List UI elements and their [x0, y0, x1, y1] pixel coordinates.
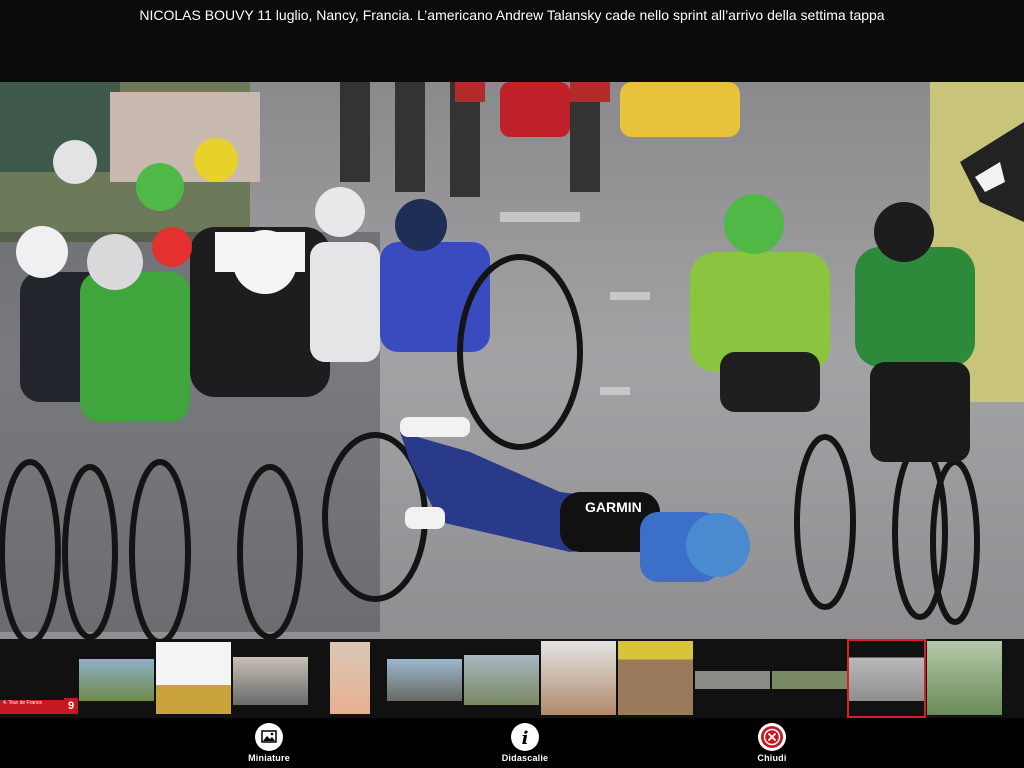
bottom-toolbar: Miniature i Didascalie Chiudi	[0, 718, 1024, 768]
caption-bar: NICOLAS BOUVY 11 luglio, Nancy, Francia.…	[0, 0, 1024, 30]
thumbnail[interactable]	[387, 659, 462, 701]
cycling-crash-photo: GARMIN	[0, 82, 1024, 639]
thumbnail-selected[interactable]	[847, 639, 926, 718]
captions-button[interactable]: i Didascalie	[475, 722, 575, 763]
thumbnails-label: Miniature	[248, 753, 290, 763]
thumbnail[interactable]	[79, 659, 154, 701]
captions-label: Didascalie	[501, 753, 549, 763]
thumbnail[interactable]	[330, 642, 370, 714]
thumbnail[interactable]	[695, 671, 770, 689]
thumbnail[interactable]	[772, 671, 847, 689]
caption-spacer	[0, 30, 1024, 82]
album-count-badge: 9	[64, 698, 78, 714]
thumbnail[interactable]	[464, 655, 539, 705]
thumbnail[interactable]	[618, 641, 693, 715]
thumbnails-button[interactable]: Miniature	[219, 722, 319, 763]
close-button[interactable]: Chiudi	[722, 722, 822, 763]
close-label: Chiudi	[757, 753, 787, 763]
album-label[interactable]: 4. Tour de France	[0, 700, 66, 714]
filmstrip	[0, 639, 1024, 718]
thumbnail[interactable]	[233, 657, 308, 705]
thumbnail[interactable]	[541, 641, 616, 715]
jersey-text: GARMIN	[585, 499, 642, 515]
svg-text:i: i	[522, 728, 529, 749]
thumbnail[interactable]	[156, 642, 231, 714]
photo-caption: NICOLAS BOUVY 11 luglio, Nancy, Francia.…	[139, 7, 885, 23]
info-icon: i	[511, 723, 539, 751]
main-photo[interactable]: GARMIN	[0, 82, 1024, 639]
thumbnail[interactable]	[927, 641, 1002, 715]
image-icon	[255, 723, 283, 751]
close-icon	[758, 723, 786, 751]
